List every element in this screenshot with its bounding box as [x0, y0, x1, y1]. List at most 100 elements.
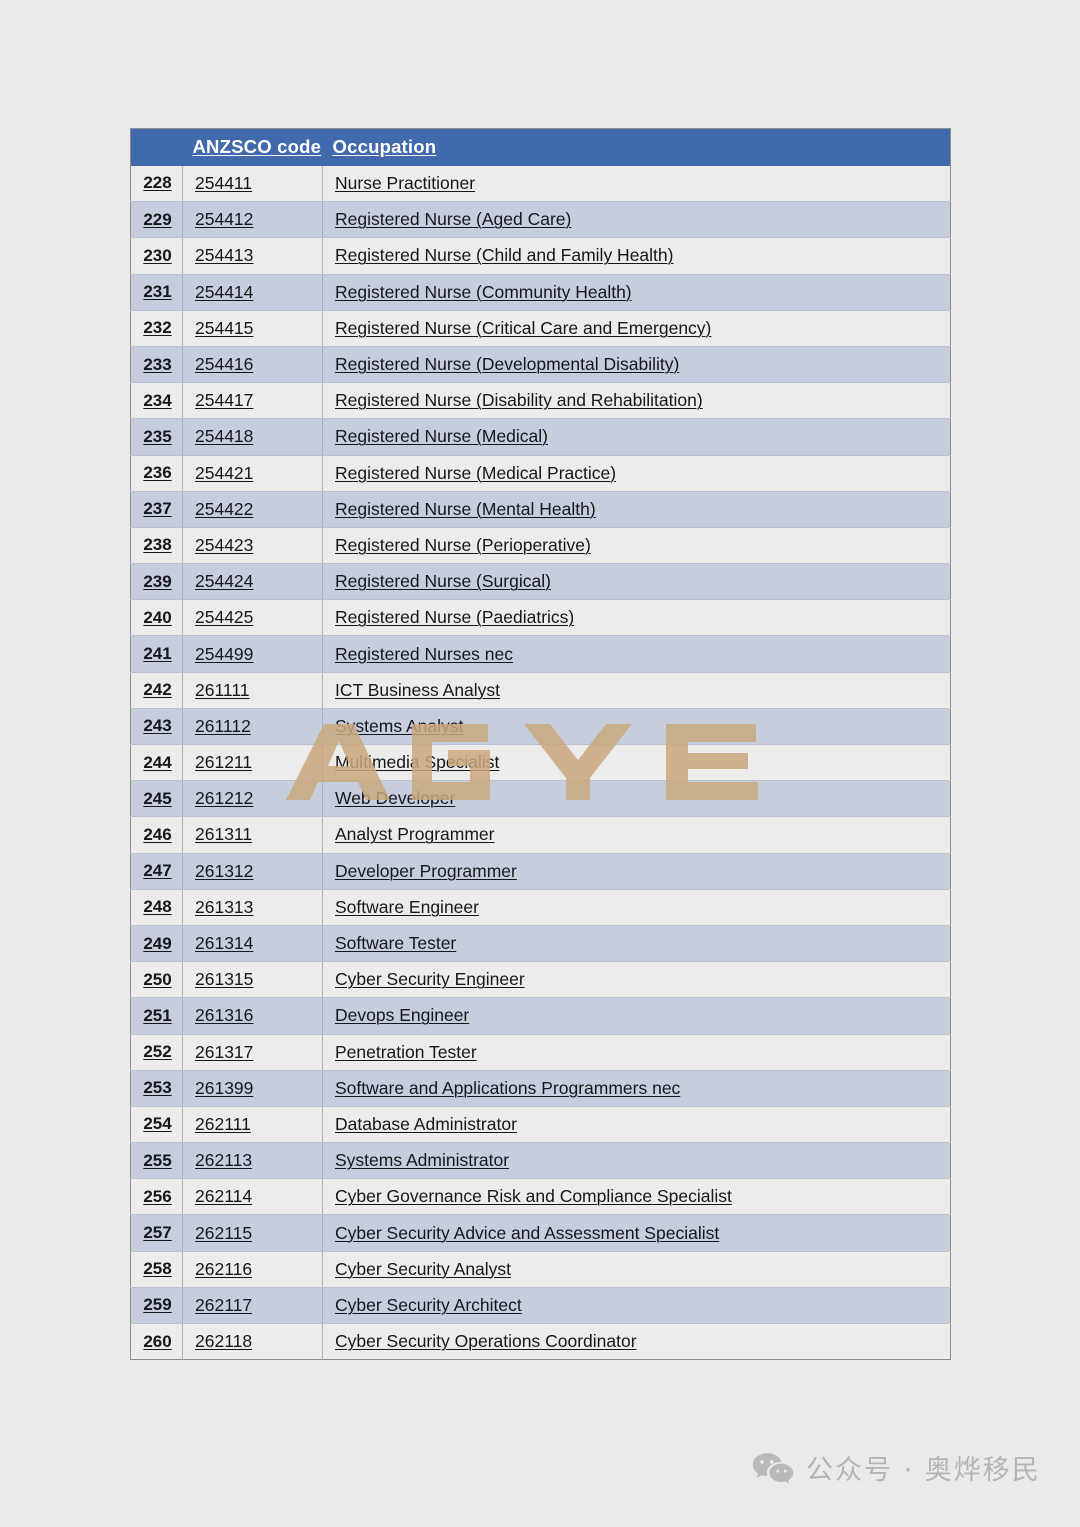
- table-row[interactable]: 250 261315 Cyber Security Engineer: [130, 961, 951, 999]
- anzsco-code-cell[interactable]: 262116: [182, 1251, 323, 1288]
- occupation-cell[interactable]: Systems Analyst: [322, 708, 951, 746]
- table-row[interactable]: 233 254416 Registered Nurse (Developmental…: [130, 346, 951, 384]
- table-row[interactable]: 241 254499 Registered Nurses nec: [130, 635, 951, 673]
- table-row[interactable]: 249 261314 Software Tester: [130, 925, 951, 963]
- table-row[interactable]: 258 262116 Cyber Security Analyst: [130, 1251, 951, 1288]
- occupation-cell[interactable]: Cyber Security Architect: [322, 1287, 951, 1325]
- table-row[interactable]: 260 262118 Cyber Security Operations Coord…: [130, 1323, 951, 1360]
- occupation-cell[interactable]: Software Tester: [322, 925, 951, 963]
- occupation-cell[interactable]: Devops Engineer: [322, 997, 951, 1035]
- table-row[interactable]: 232 254415 Registered Nurse (Critical Care…: [130, 310, 951, 347]
- occupation-cell[interactable]: Registered Nurse (Community Health): [322, 274, 951, 311]
- anzsco-code-cell[interactable]: 261211: [182, 744, 323, 782]
- occupation-cell[interactable]: Cyber Governance Risk and Compliance Spe…: [322, 1178, 951, 1216]
- occupation-cell[interactable]: ICT Business Analyst: [322, 672, 951, 709]
- anzsco-code-cell[interactable]: 261212: [182, 780, 323, 818]
- occupation-cell[interactable]: Registered Nurse (Disability and Rehabil…: [322, 382, 951, 420]
- table-row[interactable]: 253 261399 Software and Applications Progr…: [130, 1070, 951, 1107]
- anzsco-code-cell[interactable]: 254412: [182, 201, 323, 239]
- table-row[interactable]: 255 262113 Systems Administrator: [130, 1142, 951, 1180]
- table-row[interactable]: 243 261112 Systems Analyst: [130, 708, 951, 746]
- table-row[interactable]: 235 254418 Registered Nurse (Medical): [130, 418, 951, 456]
- table-row[interactable]: 257 262115 Cyber Security Advice and Asses…: [130, 1214, 951, 1252]
- anzsco-code-cell[interactable]: 254425: [182, 599, 323, 637]
- anzsco-code-cell[interactable]: 254415: [182, 310, 323, 347]
- table-row[interactable]: 242 261111 ICT Business Analyst: [130, 672, 951, 709]
- anzsco-code-cell[interactable]: 261313: [182, 889, 323, 926]
- anzsco-code-cell[interactable]: 254416: [182, 346, 323, 384]
- table-row[interactable]: 229 254412 Registered Nurse (Aged Care): [130, 201, 951, 239]
- occupation-cell[interactable]: Registered Nurse (Perioperative): [322, 527, 951, 565]
- occupation-cell[interactable]: Registered Nurse (Developmental Disabili…: [322, 346, 951, 384]
- occupation-cell[interactable]: Cyber Security Engineer: [322, 961, 951, 999]
- anzsco-code-cell[interactable]: 261111: [182, 672, 323, 709]
- table-row[interactable]: 252 261317 Penetration Tester: [130, 1034, 951, 1071]
- anzsco-code-cell[interactable]: 262118: [182, 1323, 323, 1360]
- column-header-occupation[interactable]: Occupation: [322, 128, 951, 166]
- occupation-cell[interactable]: Systems Administrator: [322, 1142, 951, 1180]
- table-row[interactable]: 246 261311 Analyst Programmer: [130, 816, 951, 854]
- anzsco-code-cell[interactable]: 261312: [182, 853, 323, 890]
- table-row[interactable]: 239 254424 Registered Nurse (Surgical): [130, 563, 951, 601]
- occupation-cell[interactable]: Registered Nurse (Surgical): [322, 563, 951, 601]
- anzsco-code-cell[interactable]: 254418: [182, 418, 323, 456]
- table-row[interactable]: 245 261212 Web Developer: [130, 780, 951, 818]
- occupation-cell[interactable]: Registered Nurse (Child and Family Healt…: [322, 237, 951, 275]
- anzsco-code-cell[interactable]: 254414: [182, 274, 323, 311]
- table-row[interactable]: 230 254413 Registered Nurse (Child and Fam…: [130, 237, 951, 275]
- anzsco-code-cell[interactable]: 262117: [182, 1287, 323, 1325]
- anzsco-code-cell[interactable]: 254413: [182, 237, 323, 275]
- occupation-cell[interactable]: Software Engineer: [322, 889, 951, 926]
- table-row[interactable]: 240 254425 Registered Nurse (Paediatrics): [130, 599, 951, 637]
- table-row[interactable]: 237 254422 Registered Nurse (Mental Health…: [130, 491, 951, 528]
- occupation-cell[interactable]: Registered Nurse (Critical Care and Emer…: [322, 310, 951, 347]
- table-row[interactable]: 234 254417 Registered Nurse (Disability an…: [130, 382, 951, 420]
- occupation-cell[interactable]: Penetration Tester: [322, 1034, 951, 1071]
- anzsco-code-cell[interactable]: 261112: [182, 708, 323, 746]
- table-row[interactable]: 247 261312 Developer Programmer: [130, 853, 951, 890]
- anzsco-code-cell[interactable]: 254422: [182, 491, 323, 528]
- column-header-index[interactable]: [130, 128, 183, 166]
- anzsco-code-cell[interactable]: 261399: [182, 1070, 323, 1107]
- occupation-cell[interactable]: Cyber Security Advice and Assessment Spe…: [322, 1214, 951, 1252]
- anzsco-code-cell[interactable]: 262113: [182, 1142, 323, 1180]
- occupation-cell[interactable]: Registered Nurse (Aged Care): [322, 201, 951, 239]
- table-row[interactable]: 248 261313 Software Engineer: [130, 889, 951, 926]
- occupation-cell[interactable]: Registered Nurse (Paediatrics): [322, 599, 951, 637]
- table-row[interactable]: 228 254411 Nurse Practitioner: [130, 165, 951, 203]
- anzsco-code-cell[interactable]: 262115: [182, 1214, 323, 1252]
- anzsco-code-cell[interactable]: 254499: [182, 635, 323, 673]
- occupation-cell[interactable]: Registered Nurse (Medical): [322, 418, 951, 456]
- anzsco-code-cell[interactable]: 261311: [182, 816, 323, 854]
- table-row[interactable]: 236 254421 Registered Nurse (Medical Pract…: [130, 455, 951, 492]
- anzsco-code-cell[interactable]: 254423: [182, 527, 323, 565]
- table-row[interactable]: 256 262114 Cyber Governance Risk and Compl…: [130, 1178, 951, 1216]
- anzsco-code-cell[interactable]: 261315: [182, 961, 323, 999]
- occupation-cell[interactable]: Registered Nurse (Medical Practice): [322, 455, 951, 492]
- anzsco-code-cell[interactable]: 262111: [182, 1106, 323, 1144]
- table-row[interactable]: 251 261316 Devops Engineer: [130, 997, 951, 1035]
- anzsco-code-cell[interactable]: 261316: [182, 997, 323, 1035]
- column-header-anzsco-code[interactable]: ANZSCO code: [182, 128, 323, 166]
- table-row[interactable]: 238 254423 Registered Nurse (Perioperative…: [130, 527, 951, 565]
- anzsco-code-cell[interactable]: 254424: [182, 563, 323, 601]
- occupation-cell[interactable]: Cyber Security Analyst: [322, 1251, 951, 1288]
- occupation-cell[interactable]: Developer Programmer: [322, 853, 951, 890]
- table-row[interactable]: 254 262111 Database Administrator: [130, 1106, 951, 1144]
- anzsco-code-cell[interactable]: 262114: [182, 1178, 323, 1216]
- occupation-cell[interactable]: Nurse Practitioner: [322, 165, 951, 203]
- occupation-cell[interactable]: Registered Nurses nec: [322, 635, 951, 673]
- anzsco-code-cell[interactable]: 261317: [182, 1034, 323, 1071]
- occupation-cell[interactable]: Analyst Programmer: [322, 816, 951, 854]
- table-row[interactable]: 231 254414 Registered Nurse (Community Hea…: [130, 274, 951, 311]
- occupation-cell[interactable]: Software and Applications Programmers ne…: [322, 1070, 951, 1107]
- occupation-cell[interactable]: Cyber Security Operations Coordinator: [323, 1324, 951, 1360]
- anzsco-code-cell[interactable]: 254411: [182, 165, 323, 203]
- table-row[interactable]: 259 262117 Cyber Security Architect: [130, 1287, 951, 1325]
- occupation-cell[interactable]: Web Developer: [322, 780, 951, 818]
- anzsco-code-cell[interactable]: 261314: [182, 925, 323, 963]
- occupation-cell[interactable]: Multimedia Specialist: [322, 744, 951, 782]
- table-row[interactable]: 244 261211 Multimedia Specialist: [130, 744, 951, 782]
- anzsco-code-cell[interactable]: 254417: [182, 382, 323, 420]
- occupation-cell[interactable]: Registered Nurse (Mental Health): [322, 491, 951, 528]
